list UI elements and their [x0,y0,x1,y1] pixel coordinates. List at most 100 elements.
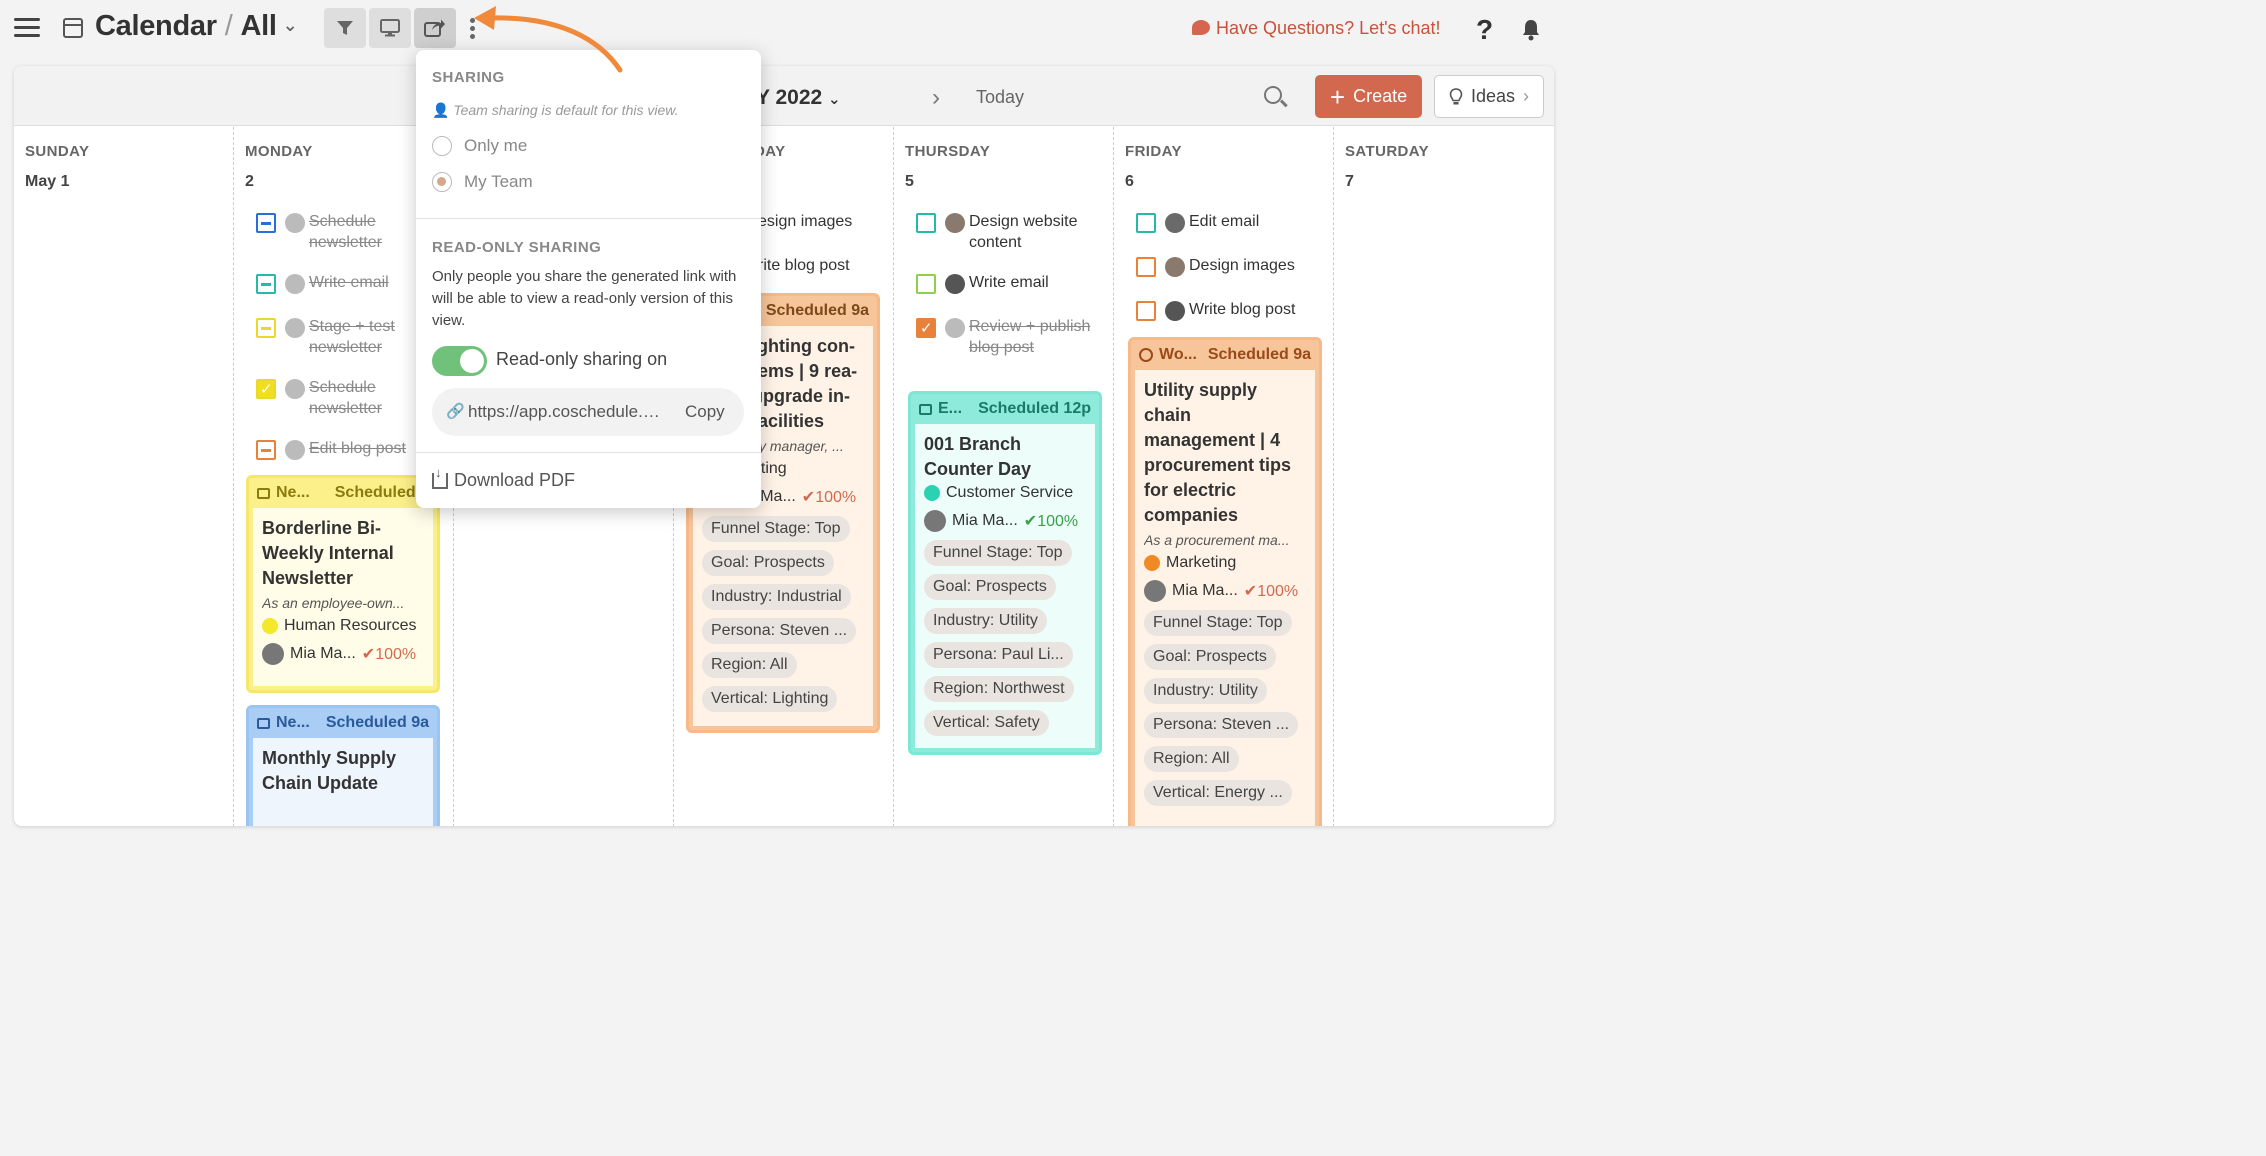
task-checkbox[interactable] [256,318,276,338]
avatar [285,318,305,338]
task-checkbox[interactable] [256,274,276,294]
task-checkbox[interactable] [916,318,936,339]
chevron-down-icon: ⌄ [828,91,841,108]
task-item[interactable]: Write email [916,272,1106,294]
card-team: Customer Service [924,484,1086,502]
ideas-button[interactable]: Ideas › [1434,75,1544,118]
help-icon[interactable]: ? [1476,14,1493,46]
project-card[interactable]: Ne... Scheduled 9a Monthly Supply Chain … [246,705,440,826]
tag[interactable]: Region: All [1144,746,1239,772]
tag[interactable]: Persona: Steven ... [1144,712,1299,738]
readonly-heading: READ-ONLY SHARING [432,239,602,256]
tag[interactable]: Industry: Utility [1144,678,1267,704]
card-schedule: Scheduled 9a [1207,346,1311,363]
day-name: SUNDAY [25,143,90,160]
tag[interactable]: Vertical: Energy ... [1144,780,1292,806]
day-column-thursday[interactable]: THURSDAY 5 Design website content Write … [894,127,1114,826]
download-icon [432,465,448,489]
search-icon[interactable] [1264,86,1282,104]
task-item[interactable]: Write blog post [1136,299,1326,321]
radio-only-me[interactable]: Only me [432,136,527,156]
tag[interactable]: Funnel Stage: Top [924,540,1072,566]
task-item[interactable]: Design images [1136,255,1326,277]
tag[interactable]: Industry: Utility [924,608,1047,634]
chat-link[interactable]: Have Questions? Let's chat! [1192,18,1441,39]
day-column-saturday[interactable]: SATURDAY 7 [1334,127,1554,826]
tag[interactable]: Goal: Prospects [924,574,1056,600]
task-item[interactable]: rite blog post [744,255,884,277]
task-checkbox[interactable] [916,213,936,233]
task-label: esign images [758,213,853,230]
card-type: Ne... [276,484,310,501]
view-selector[interactable]: All [240,10,276,42]
tag[interactable]: Vertical: Safety [924,710,1049,736]
day-number: 7 [1345,173,1354,190]
copy-button[interactable]: Copy [685,402,725,422]
tag[interactable]: Region: Northwest [924,676,1074,702]
tag[interactable]: Persona: Steven ... [702,618,857,644]
avatar [262,643,284,665]
task-item[interactable]: Design website content [916,211,1106,253]
day-name: SATURDAY [1345,143,1430,160]
task-checkbox[interactable] [1136,301,1156,321]
card-schedule: Scheduled 9a [325,714,429,731]
task-label: Write blog post [1189,301,1296,318]
bell-icon[interactable] [1521,19,1541,41]
calendar-icon [63,18,83,38]
radio-circle[interactable] [432,136,452,156]
tag[interactable]: Persona: Paul Li... [924,642,1073,668]
project-card[interactable]: Ne... Scheduled 8 Borderline Bi-Weekly I… [246,475,440,693]
radio-circle[interactable] [432,172,452,192]
tag[interactable]: Goal: Prospects [1144,644,1276,670]
task-checkbox[interactable] [1136,213,1156,233]
task-checkbox[interactable] [256,213,276,233]
day-column-friday[interactable]: FRIDAY 6 Edit email Design images Write … [1114,127,1334,826]
presentation-button[interactable] [369,8,411,48]
tag[interactable]: Region: All [702,652,797,678]
ideas-label: Ideas [1470,86,1516,106]
tag[interactable]: Goal: Prospects [702,550,834,576]
owner-name: Mia Ma... [290,645,356,662]
page-title: Calendar / All ⌄ [95,10,298,43]
card-type: Ne... [276,714,310,731]
day-number: 2 [245,173,254,190]
avatar [285,213,305,233]
filter-button[interactable] [324,8,366,48]
task-checkbox[interactable] [916,274,936,294]
tag[interactable]: Funnel Stage: Top [702,516,850,542]
chat-bubble-icon [1192,20,1210,35]
card-title: Utility supply chain management | 4 proc… [1144,380,1292,525]
task-checkbox[interactable] [256,440,276,460]
avatar [1165,213,1185,233]
share-url[interactable]: https://app.coschedule.com [468,402,668,422]
task-item[interactable]: esign images [744,211,884,233]
radio-label: Only me [464,136,528,155]
task-item[interactable]: Edit email [1136,211,1326,233]
chevron-down-icon[interactable]: ⌄ [283,15,298,35]
menu-icon[interactable] [14,18,40,38]
day-number: 6 [1125,173,1134,190]
team-label: Marketing [1166,554,1237,571]
tag-list: Funnel Stage: Top Goal: Prospects Indust… [1144,602,1306,806]
project-card[interactable]: Wo... Scheduled 9a Utility supply chain … [1128,337,1322,826]
task-item[interactable]: Review + publish blog post [916,316,1106,379]
create-button[interactable]: + Create [1315,75,1422,118]
task-checkbox[interactable] [256,379,276,400]
task-checkbox[interactable] [1136,257,1156,277]
tag[interactable]: Industry: Industrial [702,584,851,610]
tag[interactable]: Vertical: Lighting [702,686,838,712]
month-selector[interactable]: Y 2022 ⌄ [756,86,841,110]
day-column-sunday[interactable]: SUNDAY May 1 [14,127,234,826]
today-button[interactable]: Today [976,87,1024,108]
team-icon: 👤 [432,102,454,118]
readonly-toggle[interactable] [432,346,487,376]
project-card[interactable]: E... Scheduled 12p 001 Branch Counter Da… [908,391,1102,755]
share-button[interactable] [414,8,456,48]
radio-my-team[interactable]: My Team [432,172,533,192]
filter-icon [337,21,353,35]
card-body: Utility supply chain management | 4 proc… [1135,370,1315,826]
tag[interactable]: Funnel Stage: Top [1144,610,1292,636]
download-pdf-button[interactable]: Download PDF [432,465,575,491]
next-week-chevron-icon[interactable]: › [932,84,940,112]
card-header: E... Scheduled 12p [911,394,1099,424]
